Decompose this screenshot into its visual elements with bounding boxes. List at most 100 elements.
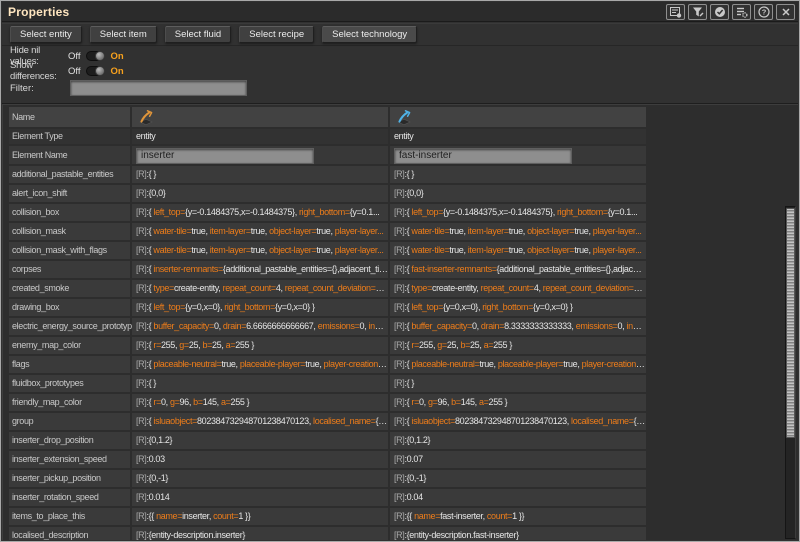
property-value: [R]:{ buffer_capacity=0, drain=6.6666666… xyxy=(132,318,388,335)
value-key-text: input... xyxy=(368,321,388,331)
value-key-text: g= xyxy=(437,340,447,350)
value-text: :0.07 xyxy=(404,454,422,464)
read-flag: [R] xyxy=(394,169,404,179)
read-flag: [R] xyxy=(394,188,404,198)
filter-label: Filter: xyxy=(10,83,70,94)
element-name-a-cell xyxy=(132,146,388,164)
read-flag: [R] xyxy=(136,207,146,217)
property-value: [R]:{ left_top={y=0,x=0}, right_bottom={… xyxy=(132,299,388,316)
table-row: inserter_pickup_position[R]:{0,-1}[R]:{0… xyxy=(9,470,648,487)
filter-row: Filter: xyxy=(10,80,247,96)
value-text: {additional_pastable_entities={},adjacen… xyxy=(497,264,646,274)
property-name: flags xyxy=(9,356,130,373)
property-value: [R]:{ fast-inserter-remnants={additional… xyxy=(390,261,646,278)
hide-nil-toggle[interactable] xyxy=(86,51,105,61)
value-key-text: placeable-neutral= xyxy=(153,359,221,369)
read-flag: [R] xyxy=(136,321,146,331)
filter-edit-button[interactable] xyxy=(688,4,707,20)
prototype-list-button[interactable] xyxy=(666,4,685,20)
read-flag: [R] xyxy=(136,473,146,483)
element-name-a-input[interactable] xyxy=(136,148,314,164)
value-text: true, xyxy=(574,226,592,236)
select-entity-button[interactable]: Select entity xyxy=(10,26,82,43)
property-value: [R]:{ water-tile=true, item-layer=true, … xyxy=(132,223,388,240)
value-text: true, xyxy=(316,226,334,236)
property-value: [R]:0.04 xyxy=(390,489,646,506)
value-text: 0, xyxy=(472,321,481,331)
element-type-label: Element Type xyxy=(9,129,130,144)
value-text: 255 } xyxy=(493,340,512,350)
table-row: group[R]:{ isluaobject=80238473294870123… xyxy=(9,413,648,430)
value-text: inserter, xyxy=(182,511,213,521)
read-flag: [R] xyxy=(136,245,146,255)
property-value: [R]:{{ name=fast-inserter, count=1 }} xyxy=(390,508,646,525)
value-text: :{ } xyxy=(404,169,414,179)
properties-table: Name Element Type entity entity xyxy=(2,103,798,540)
value-text: :{0,0} xyxy=(404,188,423,198)
show-differences-row: Show differences: Off On xyxy=(10,65,124,77)
header-name: Name xyxy=(9,107,130,127)
element-type-a: entity xyxy=(132,129,388,144)
value-text: true, xyxy=(316,245,334,255)
value-text: :{0,1.2} xyxy=(146,435,172,445)
element-name-b-input[interactable] xyxy=(394,148,572,164)
property-value: [R]:{ type=create-entity, repeat_count=4… xyxy=(390,280,646,297)
property-name: inserter_rotation_speed xyxy=(9,489,130,506)
read-flag: [R] xyxy=(136,283,146,293)
property-name: collision_mask xyxy=(9,223,130,240)
table-rows: Name Element Type entity entity xyxy=(9,107,648,540)
value-text: 145, xyxy=(461,397,479,407)
help-button[interactable]: ? xyxy=(754,4,773,20)
read-flag: [R] xyxy=(136,435,146,445)
property-value: [R]:{ left_top={y=0,x=0}, right_bottom={… xyxy=(390,299,646,316)
property-value: [R]:{ water-tile=true, item-layer=true, … xyxy=(390,242,646,259)
value-text: :{0,1.2} xyxy=(404,435,430,445)
inserter-icon xyxy=(137,108,155,127)
value-key-text: placeable-player= xyxy=(240,359,305,369)
table-row: items_to_place_this[R]:{{ name=inserter,… xyxy=(9,508,648,525)
value-key-text: g= xyxy=(170,397,180,407)
value-key-text: item-layer= xyxy=(468,226,509,236)
property-name: friendly_map_color xyxy=(9,394,130,411)
settings-list-button[interactable] xyxy=(732,4,751,20)
value-key-text: player-layer... xyxy=(593,226,642,236)
value-key-text: player-layer... xyxy=(335,226,384,236)
show-differences-toggle[interactable] xyxy=(86,66,105,76)
value-key-text: placeable-player= xyxy=(498,359,563,369)
value-key-text: a= xyxy=(221,397,231,407)
value-text: true, xyxy=(251,245,269,255)
value-text: :0.03 xyxy=(146,454,164,464)
value-key-text: right_bottom= xyxy=(557,207,608,217)
read-flag: [R] xyxy=(394,321,404,331)
value-text: :{0,-1} xyxy=(146,473,168,483)
table-row: electric_energy_source_prototype[R]:{ bu… xyxy=(9,318,648,335)
value-text: 6.6666666666667, xyxy=(246,321,318,331)
filter-input[interactable] xyxy=(70,80,247,96)
scrollbar-thumb[interactable] xyxy=(786,208,795,438)
value-text: 25, xyxy=(189,340,203,350)
property-value: [R]:{0,1.2} xyxy=(132,432,388,449)
property-name: inserter_extension_speed xyxy=(9,451,130,468)
confirm-button[interactable] xyxy=(710,4,729,20)
close-button[interactable] xyxy=(776,4,795,20)
value-text: 25, xyxy=(470,340,484,350)
select-technology-button[interactable]: Select technology xyxy=(322,26,417,43)
value-text: {y=0,x=0} } xyxy=(275,302,315,312)
value-key-text: left_top= xyxy=(411,302,443,312)
value-text: 255 } xyxy=(235,340,254,350)
value-key-text: r= xyxy=(153,340,161,350)
value-text: {"i... xyxy=(376,416,388,426)
vertical-scrollbar[interactable] xyxy=(785,206,796,539)
value-text: :0.014 xyxy=(146,492,169,502)
value-text: 255, xyxy=(161,340,179,350)
select-fluid-button[interactable]: Select fluid xyxy=(165,26,231,43)
element-name-label: Element Name xyxy=(9,146,130,164)
property-value: [R]:{ isluaobject=8023847329487012384701… xyxy=(132,413,388,430)
value-key-text: left_top= xyxy=(153,302,185,312)
select-recipe-button[interactable]: Select recipe xyxy=(239,26,314,43)
property-name: drawing_box xyxy=(9,299,130,316)
property-rows: additional_pastable_entities[R]:{ }[R]:{… xyxy=(9,166,648,540)
read-flag: [R] xyxy=(136,340,146,350)
select-item-button[interactable]: Select item xyxy=(90,26,157,43)
value-text: create-entity, xyxy=(432,283,481,293)
